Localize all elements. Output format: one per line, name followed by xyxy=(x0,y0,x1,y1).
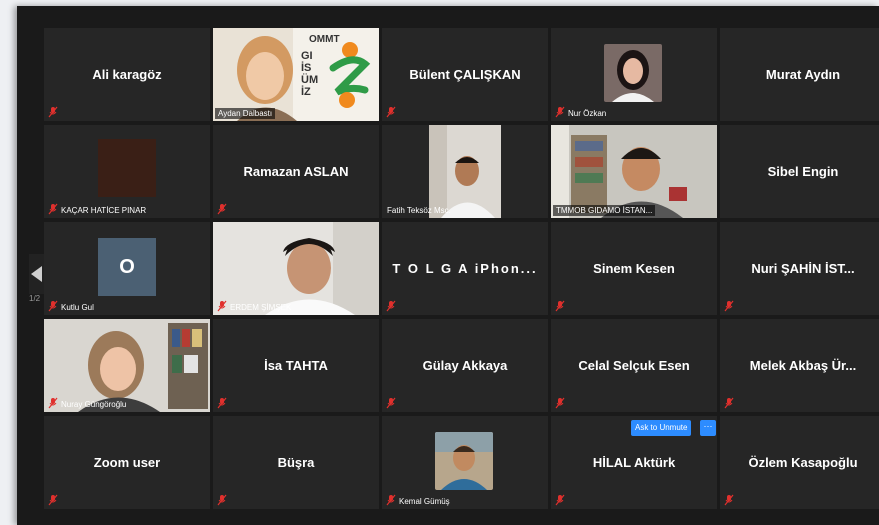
participant-tile[interactable]: Sinem Kesen xyxy=(551,222,717,315)
participant-tile[interactable]: Sibel Engin xyxy=(720,125,879,218)
participant-tile[interactable]: T O L G A iPhon... xyxy=(382,222,548,315)
participant-name: Nur Özkan xyxy=(568,109,607,118)
mic-muted-icon xyxy=(48,397,58,409)
mic-muted-icon xyxy=(48,203,58,215)
profile-picture xyxy=(98,139,156,197)
mic-muted-icon xyxy=(386,300,396,312)
participant-name: KAÇAR HATİCE PINAR xyxy=(61,206,147,215)
participant-tile[interactable]: Özlem Kasapoğlu xyxy=(720,416,879,509)
participant-name: Fatih Teksöz Msc. xyxy=(387,206,451,215)
participant-tile-video[interactable]: OMMT GI İS ÜM İZ Aydan Dalbastı xyxy=(213,28,379,121)
mic-muted-icon xyxy=(555,494,565,506)
participant-name: Zoom user xyxy=(93,454,161,470)
participant-name: Özlem Kasapoğlu xyxy=(748,454,858,470)
mic-muted-icon xyxy=(217,203,227,215)
logo-text-line: GI xyxy=(301,50,313,62)
participant-name: Nuray Güngöroğlu xyxy=(61,400,127,409)
profile-picture xyxy=(604,44,662,102)
mic-muted-icon xyxy=(555,300,565,312)
mic-muted-icon xyxy=(724,300,734,312)
participant-name: HİLAL Aktürk xyxy=(592,454,676,470)
mic-muted-icon xyxy=(386,106,396,118)
logo-text-line: OMMT xyxy=(309,34,340,45)
profile-picture xyxy=(435,432,493,490)
participant-name: Bülent ÇALIŞKAN xyxy=(409,66,521,82)
mic-muted-icon xyxy=(386,494,396,506)
participant-name: Ali karagöz xyxy=(92,66,162,82)
participant-name: T O L G A iPhon... xyxy=(392,260,538,276)
participant-tile[interactable]: Gülay Akkaya xyxy=(382,319,548,412)
gallery-grid: Ali karagöz OMMT GI İS ÜM İZ Aydan Dalba… xyxy=(44,28,879,525)
participant-name: TMMOB GIDAMO İSTAN... xyxy=(553,205,656,216)
participant-tile[interactable]: O Kutlu Gul xyxy=(44,222,210,315)
avatar: O xyxy=(98,238,156,296)
participant-tile[interactable]: Zoom user xyxy=(44,416,210,509)
participant-name: Sinem Kesen xyxy=(593,260,675,276)
mic-muted-icon xyxy=(48,300,58,312)
mic-muted-icon xyxy=(724,397,734,409)
participant-tile[interactable]: KAÇAR HATİCE PINAR xyxy=(44,125,210,218)
participant-name: Nuri ŞAHİN İST... xyxy=(751,260,855,276)
participant-tile[interactable]: Ramazan ASLAN xyxy=(213,125,379,218)
meeting-window: 1/2 Ali karagöz OMMT GI İS ÜM İZ Aydan D… xyxy=(17,6,879,525)
participant-name: Sibel Engin xyxy=(767,163,839,179)
participant-tile-active-speaker[interactable]: TMMOB GIDAMO İSTAN... xyxy=(551,125,717,218)
ask-to-unmute-button[interactable]: Ask to Unmute xyxy=(631,420,692,436)
participant-tile[interactable]: Kemal Gümüş xyxy=(382,416,548,509)
participant-tile[interactable]: Nuri ŞAHİN İST... xyxy=(720,222,879,315)
participant-name: Murat Aydın xyxy=(765,66,841,82)
page-indicator: 1/2 xyxy=(29,294,41,303)
mic-muted-icon xyxy=(48,494,58,506)
logo-text-line: ÜM xyxy=(301,74,319,86)
participant-name: Gülay Akkaya xyxy=(422,357,508,373)
logo-text-line: İS xyxy=(301,62,312,74)
logo-text: GI İS ÜM İZ xyxy=(301,50,318,98)
participant-tile-video[interactable]: Nuray Güngöroğlu xyxy=(44,319,210,412)
participant-tile[interactable]: Murat Aydın xyxy=(720,28,879,121)
participant-tile[interactable]: Ali karagöz xyxy=(44,28,210,121)
more-options-button[interactable]: ··· xyxy=(700,420,716,436)
mic-muted-icon xyxy=(48,106,58,118)
participant-tile[interactable]: Bülent ÇALIŞKAN xyxy=(382,28,548,121)
participant-name: Melek Akbaş Ür... xyxy=(749,357,857,373)
mic-muted-icon xyxy=(217,397,227,409)
mic-muted-icon xyxy=(555,106,565,118)
participant-name: ERDEM ŞİMŞEK xyxy=(230,303,292,312)
logo-text: OMMT xyxy=(309,34,340,46)
logo-text-line: İZ xyxy=(301,86,311,98)
participant-name: Celal Selçuk Esen xyxy=(578,357,690,373)
participant-name: Aydan Dalbastı xyxy=(215,108,276,119)
previous-page-button[interactable] xyxy=(29,254,45,294)
participant-tile-video[interactable]: Fatih Teksöz Msc. xyxy=(382,125,548,218)
mic-muted-icon xyxy=(386,397,396,409)
participant-name: Kutlu Gul xyxy=(61,303,94,312)
participant-tile[interactable]: Melek Akbaş Ür... xyxy=(720,319,879,412)
participant-name: İsa TAHTA xyxy=(264,357,328,373)
participant-tile[interactable]: Büşra xyxy=(213,416,379,509)
participant-tile[interactable]: Celal Selçuk Esen xyxy=(551,319,717,412)
mic-muted-icon xyxy=(217,494,227,506)
participant-tile[interactable]: Nur Özkan xyxy=(551,28,717,121)
participant-tile-video[interactable]: ERDEM ŞİMŞEK xyxy=(213,222,379,315)
participant-name: Ramazan ASLAN xyxy=(243,163,349,179)
mic-muted-icon xyxy=(555,397,565,409)
mic-muted-icon xyxy=(217,300,227,312)
participant-name: Kemal Gümüş xyxy=(399,497,450,506)
mic-muted-icon xyxy=(724,494,734,506)
participant-tile[interactable]: İsa TAHTA xyxy=(213,319,379,412)
triangle-left-icon xyxy=(31,266,42,282)
participant-name: Büşra xyxy=(277,454,315,470)
